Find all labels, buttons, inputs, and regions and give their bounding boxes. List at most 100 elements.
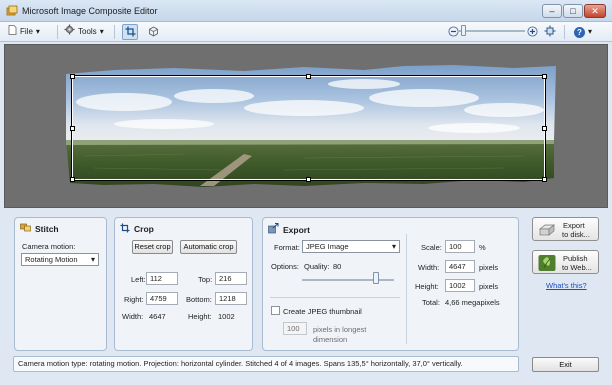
crop-title-text: Crop (134, 224, 154, 234)
app-icon (6, 5, 18, 17)
crop-width-label: Width: (122, 312, 144, 321)
automatic-crop-button[interactable]: Automatic crop (180, 240, 237, 254)
export-divider (270, 297, 400, 298)
zoom-in-icon (526, 25, 538, 39)
close-button[interactable]: ✕ (584, 4, 606, 18)
thumbnail-desc-line2: dimension (313, 335, 348, 344)
quality-value: 80 (333, 262, 342, 271)
crop-handle-top-right[interactable] (542, 74, 547, 79)
tools-menu-label: Tools (78, 27, 97, 36)
export-width-label: Width: (418, 263, 440, 272)
zoom-slider-thumb[interactable] (460, 25, 466, 36)
total-value: 4,66 megapixels (445, 298, 500, 307)
crop-handle-bottom-right[interactable] (542, 177, 547, 182)
scale-unit: % (479, 243, 486, 252)
crop-tool-icon (125, 26, 136, 39)
crop-height-value: 1002 (218, 312, 235, 321)
export-width-unit: pixels (479, 263, 499, 272)
crop-handle-bottom[interactable] (306, 177, 311, 182)
crop-bottom-label: Bottom: (186, 295, 212, 304)
file-menu[interactable]: File ▾ (8, 24, 40, 40)
camera-motion-select[interactable]: Rotating Motion (21, 253, 99, 266)
quality-slider-thumb[interactable] (372, 272, 379, 284)
thumbnail-desc-line1: pixels in longest (313, 325, 367, 334)
stitch-panel (14, 217, 107, 351)
options-label: Options: (271, 262, 299, 271)
file-menu-label: File (20, 27, 33, 36)
tools-menu[interactable]: Tools ▾ (64, 24, 104, 40)
crop-icon (120, 223, 130, 235)
export-panel-title: Export (268, 223, 310, 236)
thumbnail-size-field[interactable]: 100 (283, 322, 307, 335)
export-vertical-divider (406, 234, 407, 344)
export-height-field[interactable]: 1002 (445, 279, 475, 292)
chevron-down-icon: ▾ (588, 27, 593, 36)
crop-handle-right[interactable] (542, 126, 547, 131)
maximize-button[interactable]: □ (563, 4, 583, 18)
crop-left-field[interactable]: 112 (146, 272, 178, 285)
help-icon: ? (574, 26, 585, 38)
crop-handle-top[interactable] (306, 74, 311, 79)
fit-to-window-icon (544, 25, 556, 39)
export-width-field[interactable]: 4647 (445, 260, 475, 273)
toolbar-separator (114, 25, 115, 39)
crop-top-field[interactable]: 216 (215, 272, 247, 285)
whats-this-link[interactable]: What's this? (546, 281, 587, 290)
file-icon (8, 24, 17, 40)
crop-handle-top-left[interactable] (70, 74, 75, 79)
status-bar: Camera motion type: rotating motion. Pro… (13, 356, 519, 372)
stitch-panel-title: Stitch (20, 223, 59, 234)
camera-motion-label: Camera motion: (22, 242, 76, 251)
help-menu[interactable]: ? ▾ (574, 25, 592, 39)
export-to-disk-button[interactable]: Export to disk... (532, 217, 599, 241)
crop-handle-left[interactable] (70, 126, 75, 131)
thumbnail-checkbox[interactable] (271, 306, 280, 315)
exit-button[interactable]: Exit (532, 357, 599, 372)
fit-to-window-button[interactable] (542, 24, 558, 40)
export-height-label: Height: (415, 282, 439, 291)
gear-icon (64, 24, 75, 40)
toolbar-separator (57, 25, 58, 39)
crop-bottom-field[interactable]: 1218 (215, 292, 247, 305)
publish-to-web-line1: Publish (563, 254, 588, 263)
export-to-disk-line2: to disk... (562, 230, 590, 239)
scale-label: Scale: (421, 243, 442, 252)
crop-right-field[interactable]: 4759 (146, 292, 178, 305)
crop-handle-bottom-left[interactable] (70, 177, 75, 182)
export-to-disk-line1: Export (563, 221, 585, 230)
zoom-out-icon (447, 25, 459, 39)
crop-left-label: Left: (131, 275, 146, 284)
publish-to-web-line2: to Web... (562, 263, 592, 272)
scale-field[interactable]: 100 (445, 240, 475, 253)
chevron-down-icon: ▾ (99, 27, 104, 36)
stitch-title-text: Stitch (35, 223, 59, 234)
zoom-slider-track[interactable] (459, 30, 525, 32)
export-title-text: Export (283, 224, 310, 235)
publish-to-web-button[interactable]: Publish to Web... (532, 250, 599, 274)
format-select[interactable]: JPEG Image (302, 240, 400, 253)
zoom-in-button[interactable] (524, 24, 540, 40)
crop-rectangle[interactable] (71, 75, 546, 181)
total-label: Total: (422, 298, 440, 307)
export-height-unit: pixels (479, 282, 499, 291)
format-label: Format: (274, 243, 300, 252)
crop-height-label: Height: (188, 312, 212, 321)
crop-panel-title: Crop (120, 223, 154, 235)
chevron-down-icon: ▾ (35, 27, 40, 36)
publish-web-icon (538, 254, 556, 274)
zoom-out-button[interactable] (445, 24, 461, 40)
reset-crop-button[interactable]: Reset crop (132, 240, 173, 254)
crop-top-label: Top: (198, 275, 213, 284)
crop-right-label: Right: (124, 295, 144, 304)
minimize-button[interactable]: – (542, 4, 562, 18)
rotate-tool-icon (148, 25, 159, 39)
stitch-icon (20, 223, 31, 234)
quality-label: Quality: (304, 262, 330, 271)
toolbar-separator (564, 25, 565, 39)
quality-slider-track[interactable] (302, 279, 394, 281)
crop-tool-button[interactable] (122, 24, 138, 40)
window-title: Microsoft Image Composite Editor (22, 6, 158, 16)
thumbnail-label: Create JPEG thumbnail (283, 307, 362, 316)
export-icon (268, 223, 279, 236)
rotate-tool-button[interactable] (145, 24, 161, 40)
